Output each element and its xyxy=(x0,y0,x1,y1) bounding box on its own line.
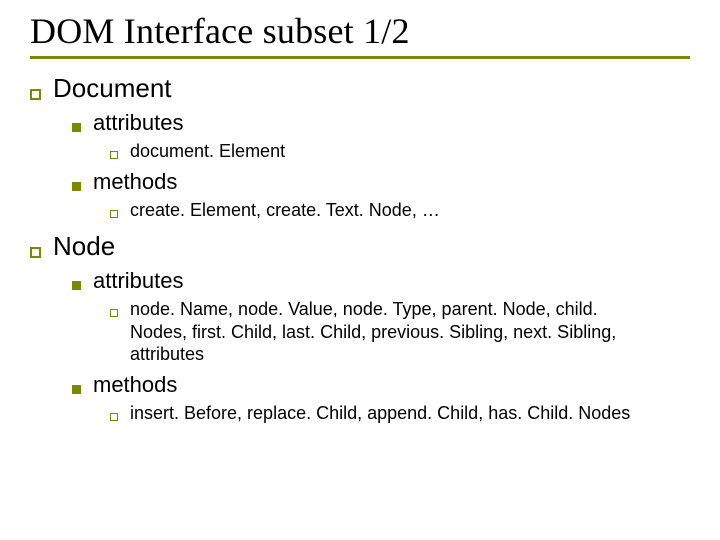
slide: DOM Interface subset 1/2 Document attrib… xyxy=(0,0,720,540)
list-item: insert. Before, replace. Child, append. … xyxy=(110,402,690,425)
list-item: create. Element, create. Text. Node, … xyxy=(110,199,690,222)
square-filled-bullet-icon xyxy=(72,123,81,132)
l1-label: Node xyxy=(53,231,115,262)
square-small-outline-bullet-icon xyxy=(110,309,118,317)
list-item: methods insert. Before, replace. Child, … xyxy=(72,372,690,425)
l3-label: node. Name, node. Value, node. Type, par… xyxy=(130,298,650,366)
slide-title: DOM Interface subset 1/2 xyxy=(30,10,690,52)
title-underline xyxy=(30,56,690,59)
square-small-outline-bullet-icon xyxy=(110,413,118,421)
square-outline-bullet-icon xyxy=(30,89,41,100)
square-small-outline-bullet-icon xyxy=(110,151,118,159)
l2-label: methods xyxy=(93,169,177,195)
list-item: node. Name, node. Value, node. Type, par… xyxy=(110,298,690,366)
square-filled-bullet-icon xyxy=(72,182,81,191)
l3-label: document. Element xyxy=(130,140,285,163)
square-outline-bullet-icon xyxy=(30,247,41,258)
list-item: document. Element xyxy=(110,140,690,163)
square-small-outline-bullet-icon xyxy=(110,210,118,218)
square-filled-bullet-icon xyxy=(72,281,81,290)
list-item: Node attributes node. Name, node. Value,… xyxy=(30,231,690,424)
l3-label: create. Element, create. Text. Node, … xyxy=(130,199,440,222)
l2-label: attributes xyxy=(93,110,184,136)
square-filled-bullet-icon xyxy=(72,385,81,394)
list-item: attributes document. Element xyxy=(72,110,690,163)
list-item: attributes node. Name, node. Value, node… xyxy=(72,268,690,366)
l2-label: attributes xyxy=(93,268,184,294)
l1-label: Document xyxy=(53,73,172,104)
list-item: methods create. Element, create. Text. N… xyxy=(72,169,690,222)
l3-label: insert. Before, replace. Child, append. … xyxy=(130,402,630,425)
list-item: Document attributes document. Element xyxy=(30,73,690,221)
l2-label: methods xyxy=(93,372,177,398)
bullet-list: Document attributes document. Element xyxy=(30,73,690,424)
